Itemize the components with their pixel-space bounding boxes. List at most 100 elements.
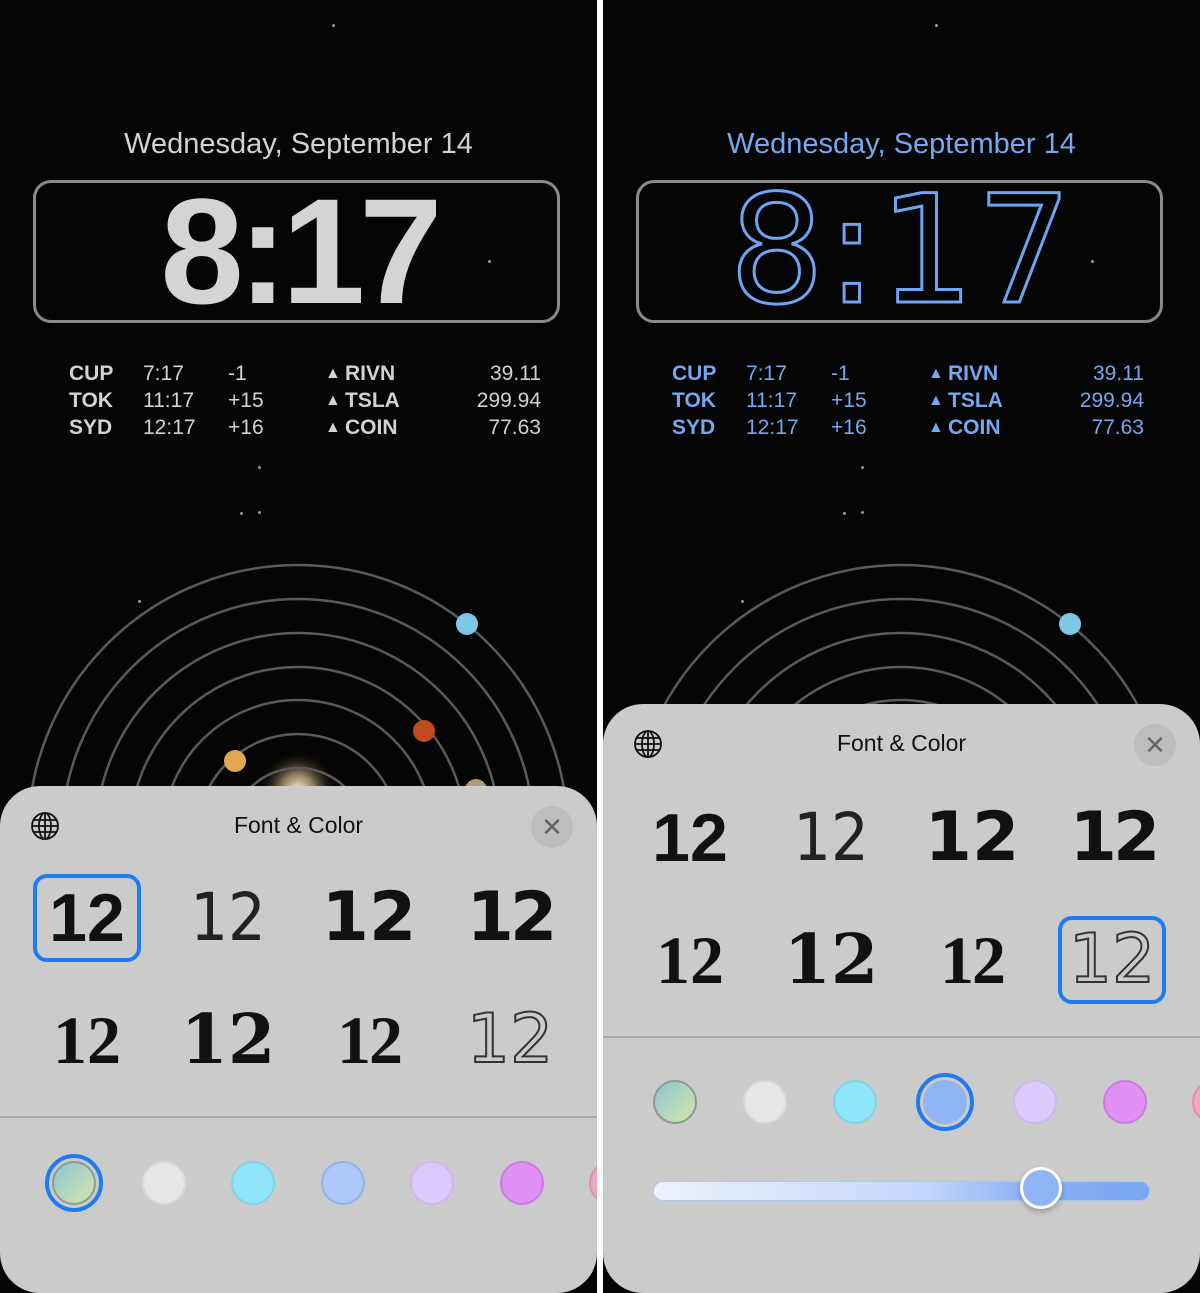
close-button[interactable]: ✕ <box>531 806 573 848</box>
sheet-title: Font & Color <box>836 730 967 756</box>
color-swatch-white[interactable] <box>743 1080 787 1124</box>
world-clock-offset: +16 <box>228 416 264 439</box>
font-option-slab-serif[interactable]: 12 <box>315 996 423 1084</box>
widget-line: TOK 11:17 +15 ▲ TSLA 299.94 <box>0 389 597 416</box>
world-clock-offset: -1 <box>228 362 247 385</box>
widget-row[interactable]: CUP 7:17 -1 ▲ RIVN 39.11 TOK 11:17 +15 ▲… <box>0 362 597 443</box>
font-option-slab-serif[interactable]: 12 <box>918 916 1026 1004</box>
stock-price: 77.63 <box>488 416 541 439</box>
stock-price: 39.11 <box>1093 362 1144 385</box>
widget-line: CUP 7:17 -1 ▲ RIVN 39.11 <box>603 362 1200 389</box>
color-swatch-magenta[interactable] <box>500 1161 544 1205</box>
font-option-stencil[interactable]: 12 <box>1059 794 1167 882</box>
sheet-title: Font & Color <box>233 812 364 838</box>
color-swatch-magenta[interactable] <box>1103 1080 1147 1124</box>
stock-up-icon: ▲ <box>325 419 341 436</box>
divider <box>603 1036 1200 1038</box>
color-swatch-white[interactable] <box>142 1161 186 1205</box>
lock-screen-blue: Wednesday, September 14 8:17 CUP 7:17 -1… <box>603 0 1200 1293</box>
font-sample: 12 <box>924 798 1020 877</box>
widget-row[interactable]: CUP 7:17 -1 ▲ RIVN 39.11 TOK 11:17 +15 ▲… <box>603 362 1200 443</box>
font-sample: 12 <box>180 1000 276 1080</box>
world-clock-city: TOK <box>69 389 113 412</box>
color-swatch-pink[interactable] <box>1192 1080 1200 1124</box>
time-display[interactable]: 8:17 <box>603 175 1200 328</box>
world-clock-city: CUP <box>69 362 114 385</box>
stock-up-icon: ▲ <box>325 392 341 409</box>
stock-price: 39.11 <box>490 362 541 385</box>
color-swatch-gradient[interactable] <box>45 1154 103 1212</box>
stock-up-icon: ▲ <box>928 419 944 436</box>
font-sample: 12 <box>940 922 1006 998</box>
planet-mars <box>413 720 435 742</box>
color-swatch-cyan[interactable] <box>231 1161 275 1205</box>
world-clock-offset: +15 <box>228 389 264 412</box>
color-swatch-lavender[interactable] <box>410 1161 454 1205</box>
font-sample: 12 <box>783 920 879 1000</box>
widget-line: CUP 7:17 -1 ▲ RIVN 39.11 <box>0 362 597 389</box>
lock-screen-white: Wednesday, September 14 8:17 CUP 7:17 -1… <box>0 0 597 1293</box>
font-option-serif[interactable]: 12 <box>33 996 141 1084</box>
world-clock-time: 11:17 <box>746 389 797 412</box>
close-button[interactable]: ✕ <box>1134 724 1176 766</box>
font-option-serif[interactable]: 12 <box>636 916 744 1004</box>
font-sample: 12 <box>656 922 724 998</box>
stock-up-icon: ▲ <box>325 365 341 382</box>
font-option-bold-sans[interactable]: 12 <box>33 874 141 962</box>
font-sample: 12 <box>321 878 417 957</box>
world-clock-offset: +15 <box>831 389 867 412</box>
color-swatch-pink[interactable] <box>589 1161 597 1205</box>
world-clock-time: 7:17 <box>143 362 184 385</box>
stock-price: 77.63 <box>1091 416 1144 439</box>
color-swatch-blue[interactable] <box>321 1161 365 1205</box>
font-option-outline-rails[interactable]: 12 <box>1058 916 1166 1004</box>
widget-line: SYD 12:17 +16 ▲ COIN 77.63 <box>0 416 597 443</box>
divider <box>0 1116 597 1118</box>
world-clock-time: 12:17 <box>143 416 196 439</box>
font-sample: 12 <box>652 800 728 876</box>
date-label: Wednesday, September 14 <box>727 128 1076 160</box>
font-color-sheet: Font & Color ✕ 12 12 12 12 12 12 12 12 <box>0 786 597 1293</box>
font-option-outline-rails[interactable]: 12 <box>456 996 564 1084</box>
world-clock-time: 11:17 <box>143 389 194 412</box>
planet-venus <box>224 750 246 772</box>
time-display[interactable]: 8:17 <box>0 176 597 326</box>
font-option-thin-sans[interactable]: 12 <box>174 874 282 962</box>
font-sample: 12 <box>793 799 869 876</box>
color-intensity-slider[interactable] <box>653 1167 1150 1209</box>
stock-ticker: TSLA <box>948 389 1003 412</box>
font-sample: 12 <box>53 1002 121 1078</box>
stock-ticker: TSLA <box>345 389 400 412</box>
font-option-rounded-bold[interactable]: 12 <box>315 874 423 962</box>
world-clock-offset: -1 <box>831 362 850 385</box>
world-clock-time: 12:17 <box>746 416 799 439</box>
color-swatch-blue[interactable] <box>916 1073 974 1131</box>
close-icon: ✕ <box>541 811 563 842</box>
font-option-stencil[interactable]: 12 <box>456 874 564 962</box>
date-label: Wednesday, September 14 <box>124 128 473 160</box>
world-clock-city: TOK <box>672 389 716 412</box>
star <box>332 24 335 27</box>
stock-price: 299.94 <box>1079 389 1144 412</box>
color-swatch-lavender[interactable] <box>1013 1080 1057 1124</box>
font-sample: 12 <box>466 878 558 957</box>
font-sample: 12 <box>190 879 266 956</box>
color-swatch-gradient[interactable] <box>653 1080 697 1124</box>
font-option-heavy-serif[interactable]: 12 <box>777 916 885 1004</box>
font-option-bold-sans[interactable]: 12 <box>636 794 744 882</box>
widget-line: SYD 12:17 +16 ▲ COIN 77.63 <box>603 416 1200 443</box>
stock-up-icon: ▲ <box>928 392 944 409</box>
slider-thumb[interactable] <box>1019 1167 1062 1209</box>
font-option-rounded-bold[interactable]: 12 <box>918 794 1026 882</box>
font-option-thin-sans[interactable]: 12 <box>777 794 885 882</box>
sheet-corner <box>603 1253 1200 1293</box>
font-sample: 12 <box>1069 798 1161 877</box>
font-sample: 12 <box>1068 920 1157 999</box>
font-option-heavy-serif[interactable]: 12 <box>174 996 282 1084</box>
color-swatch-cyan[interactable] <box>833 1080 877 1124</box>
sheet-corner <box>0 1253 597 1293</box>
planet-uranus <box>1059 613 1081 635</box>
font-sample: 12 <box>49 880 125 956</box>
font-color-sheet: Font & Color ✕ 12 12 12 12 12 12 12 12 <box>603 704 1200 1293</box>
stock-ticker: RIVN <box>345 362 396 385</box>
